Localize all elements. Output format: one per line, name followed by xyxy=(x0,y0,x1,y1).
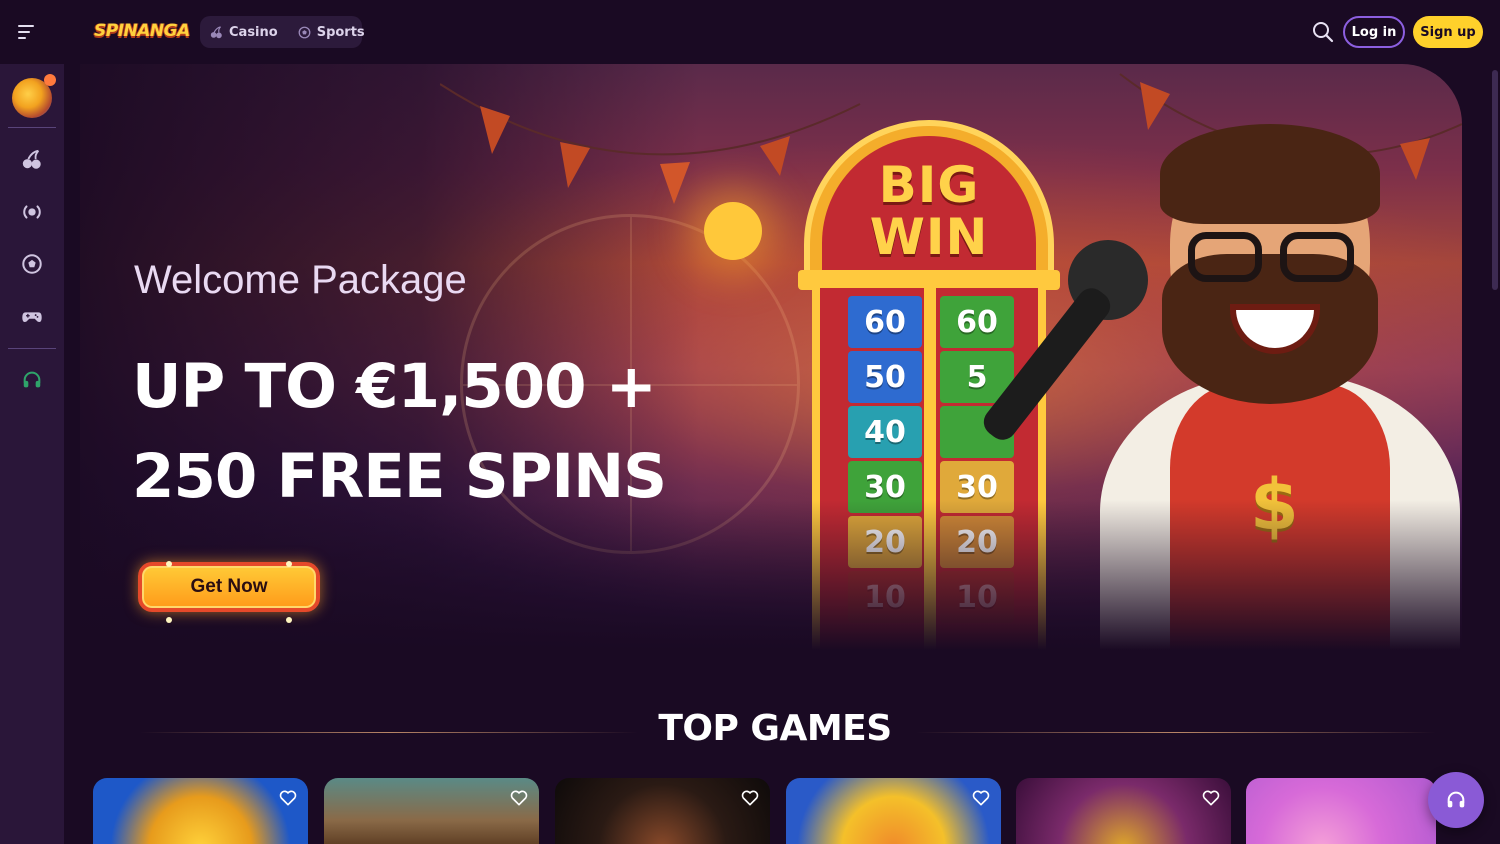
game-card[interactable] xyxy=(324,778,539,844)
machine-ledge xyxy=(798,270,1060,290)
menu-icon[interactable] xyxy=(18,20,46,44)
hero-subtitle: Welcome Package xyxy=(134,258,467,302)
section-divider xyxy=(916,732,1436,733)
nav-tabs: Casino Sports xyxy=(200,16,365,48)
machine-body: 60 50 40 30 20 10 60 5 30 20 10 xyxy=(812,288,1046,650)
search-icon[interactable] xyxy=(1311,20,1335,44)
machine-tile: 60 xyxy=(848,296,922,348)
sidebar-promo-icon[interactable] xyxy=(12,74,56,118)
machine-sign-line2: WIN xyxy=(869,208,989,266)
tab-casino-label: Casino xyxy=(229,24,278,40)
top-bar: SPINANGA Casino Sports Log in Sign up xyxy=(0,0,1500,64)
cherries-icon xyxy=(22,149,41,169)
sidebar-item-live[interactable] xyxy=(20,200,44,224)
tab-sports[interactable]: Sports xyxy=(298,25,365,40)
top-games-title: TOP GAMES xyxy=(658,708,892,749)
game-card[interactable] xyxy=(1016,778,1231,844)
machine-tile: 10 xyxy=(848,571,922,623)
soccer-ball-icon xyxy=(22,254,42,274)
machine-right-column: 60 5 30 20 10 xyxy=(940,296,1014,626)
sidebar-item-games[interactable] xyxy=(20,304,44,328)
get-now-button[interactable]: Get Now xyxy=(138,561,320,612)
machine-left-column: 60 50 40 30 20 10 xyxy=(848,296,922,626)
sidebar-item-casino[interactable] xyxy=(20,148,44,172)
game-card[interactable] xyxy=(1246,778,1436,844)
site-logo[interactable]: SPINANGA xyxy=(94,18,190,44)
heart-icon[interactable] xyxy=(278,788,298,808)
machine-tile: 20 xyxy=(940,516,1014,568)
sidebar-divider xyxy=(8,348,56,349)
sidebar-divider xyxy=(8,127,56,128)
game-card[interactable] xyxy=(786,778,1001,844)
scrollbar-thumb[interactable] xyxy=(1492,70,1498,290)
hero-title-line2: 250 FREE SPINS xyxy=(132,441,667,512)
host-character-illustration: $ xyxy=(978,124,1460,650)
support-chat-button[interactable] xyxy=(1428,772,1484,828)
gamepad-icon xyxy=(22,312,42,323)
heart-icon[interactable] xyxy=(740,788,760,808)
soccer-ball-icon xyxy=(298,26,311,38)
game-card[interactable] xyxy=(555,778,770,844)
machine-tile: 30 xyxy=(848,461,922,513)
live-broadcast-icon xyxy=(23,205,41,219)
machine-tile: 30 xyxy=(940,461,1014,513)
tab-casino[interactable]: Casino xyxy=(210,25,278,40)
machine-sign-line1: BIG xyxy=(878,156,980,214)
game-card[interactable] xyxy=(93,778,308,844)
machine-tile: 10 xyxy=(940,571,1014,623)
signup-button[interactable]: Sign up xyxy=(1413,16,1483,48)
sidebar-item-support[interactable] xyxy=(20,368,44,392)
heart-icon[interactable] xyxy=(1201,788,1221,808)
hero-title-line1: UP TO €1,500 + xyxy=(132,351,657,422)
tab-sports-label: Sports xyxy=(316,24,365,40)
hero-title: UP TO €1,500 + 250 FREE SPINS xyxy=(132,342,667,522)
headset-icon xyxy=(1447,791,1465,808)
machine-tile: 40 xyxy=(848,406,922,458)
machine-tile: 50 xyxy=(848,351,922,403)
heart-icon[interactable] xyxy=(509,788,529,808)
sidebar-item-sports[interactable] xyxy=(20,252,44,276)
headset-icon xyxy=(23,371,41,388)
machine-tile: 60 xyxy=(940,296,1014,348)
heart-icon[interactable] xyxy=(971,788,991,808)
cherries-icon xyxy=(210,25,222,38)
machine-tile: 20 xyxy=(848,516,922,568)
top-games-row xyxy=(93,778,1493,844)
login-button[interactable]: Log in xyxy=(1343,16,1405,48)
machine-sign: BIG WIN xyxy=(804,120,1054,280)
